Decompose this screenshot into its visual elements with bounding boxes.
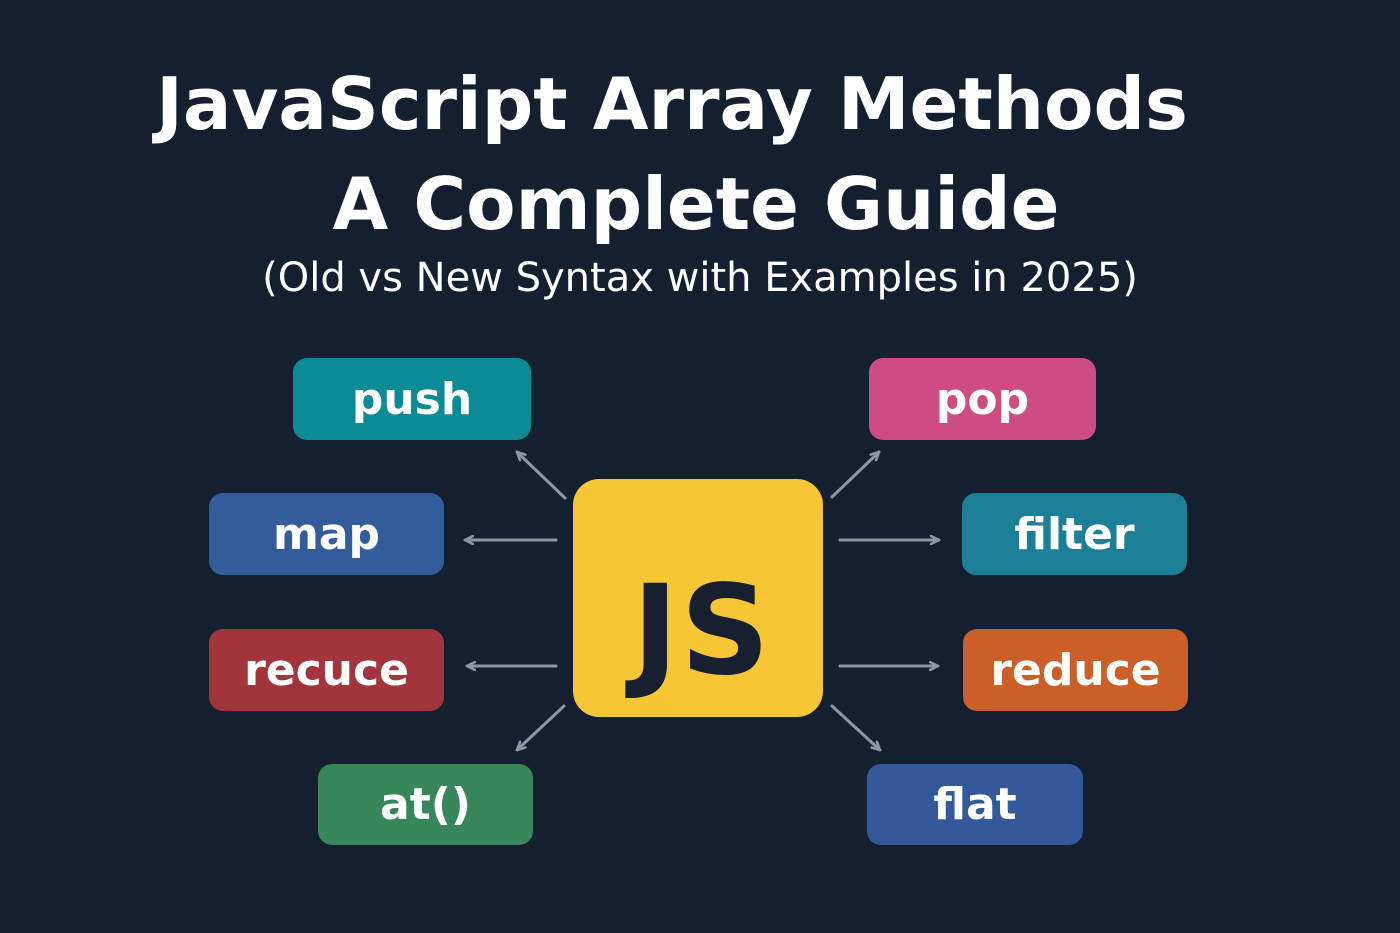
page-title: JavaScript Array Methods — [156, 62, 1188, 146]
arrow-to-flat — [830, 704, 882, 752]
method-at-badge[interactable]: at() — [318, 764, 533, 845]
method-flat-badge[interactable]: flat — [867, 764, 1083, 845]
arrow-to-at — [515, 704, 566, 752]
js-logo: JS — [573, 479, 823, 717]
page-title-line-2: A Complete Guide — [332, 162, 1060, 246]
method-push-badge[interactable]: push — [293, 358, 531, 440]
method-recuce-badge[interactable]: recuce — [209, 629, 444, 711]
page-subtitle: (Old vs New Syntax with Examples in 2025… — [262, 255, 1138, 301]
arrow-to-pop — [830, 450, 881, 499]
method-filter-badge[interactable]: filter — [962, 493, 1187, 575]
arrow-to-push — [515, 450, 567, 500]
method-map-badge[interactable]: map — [209, 493, 444, 575]
js-logo-text: JS — [632, 559, 772, 703]
method-reduce-badge[interactable]: reduce — [963, 629, 1188, 711]
method-pop-badge[interactable]: pop — [869, 358, 1096, 440]
